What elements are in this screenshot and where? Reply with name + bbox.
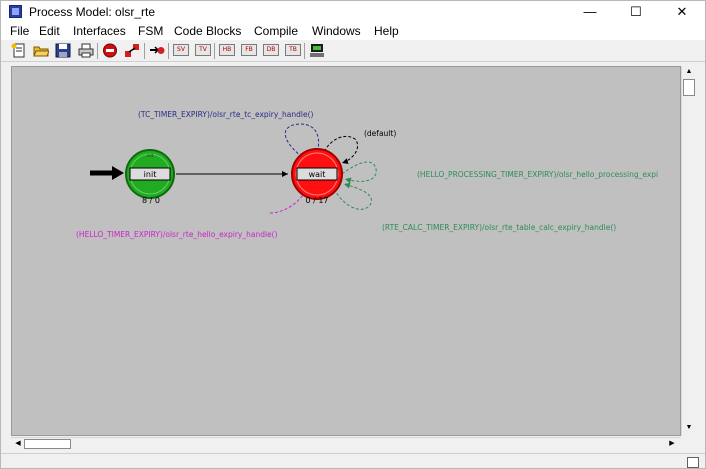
- menu-code-blocks[interactable]: Code Blocks: [174, 24, 241, 38]
- scroll-right-arrow-icon[interactable]: ▶: [667, 439, 677, 449]
- transition-icon[interactable]: [124, 43, 140, 58]
- transition-rte-calc-loop[interactable]: [333, 182, 372, 210]
- initial-state-arrow: [90, 166, 124, 180]
- menu-fsm[interactable]: FSM: [138, 24, 163, 38]
- menu-bar: File Edit Interfaces FSM Code Blocks Com…: [1, 23, 705, 40]
- horizontal-scroll-thumb[interactable]: [24, 439, 71, 449]
- open-folder-icon[interactable]: [33, 43, 50, 58]
- state-wait-counts: 0 / 17: [305, 196, 328, 205]
- state-init-sub: init: [147, 153, 154, 158]
- status-bar: [1, 453, 705, 468]
- compile-icon[interactable]: [309, 43, 325, 58]
- close-button[interactable]: ✕: [659, 1, 705, 23]
- menu-interfaces[interactable]: Interfaces: [73, 24, 126, 38]
- state-init-label: init: [144, 170, 157, 179]
- hb-button[interactable]: HB: [219, 44, 235, 56]
- cut-state-icon[interactable]: [149, 43, 165, 58]
- new-document-icon[interactable]: [11, 43, 27, 58]
- scroll-left-arrow-icon[interactable]: ◀: [13, 439, 23, 449]
- label-rte-calc[interactable]: (RTE_CALC_TIMER_EXPIRY)/olsr_rte_table_c…: [382, 223, 616, 232]
- menu-help[interactable]: Help: [374, 24, 399, 38]
- toolbar: SV TV HB FB DB TB: [1, 40, 705, 62]
- state-wait-label: wait: [309, 170, 326, 179]
- menu-windows[interactable]: Windows: [312, 24, 361, 38]
- title-bar: Process Model: olsr_rte — ☐ ✕: [1, 1, 705, 23]
- maximize-button[interactable]: ☐: [613, 1, 659, 23]
- vertical-scrollbar[interactable]: ▲ ▼: [681, 66, 695, 436]
- toolbar-separator: [214, 43, 215, 59]
- tv-button[interactable]: TV: [195, 44, 211, 56]
- horizontal-scrollbar[interactable]: ◀ ▶: [11, 437, 681, 450]
- label-default[interactable]: (default): [364, 129, 396, 138]
- label-hello-timer[interactable]: (HELLO_TIMER_EXPIRY)/olsr_rte_hello_expi…: [76, 230, 278, 239]
- toolbar-separator: [144, 43, 145, 59]
- menu-edit[interactable]: Edit: [39, 24, 60, 38]
- menu-file[interactable]: File: [10, 24, 29, 38]
- resize-grip-icon[interactable]: [687, 457, 699, 468]
- process-model-app-icon: [9, 5, 22, 18]
- db-button[interactable]: DB: [263, 44, 279, 56]
- fb-button[interactable]: FB: [241, 44, 257, 56]
- scroll-down-arrow-icon[interactable]: ▼: [684, 423, 694, 433]
- label-hello-processing[interactable]: (HELLO_PROCESSING_TIMER_EXPIRY)/olsr_hel…: [417, 170, 658, 179]
- fsm-diagram: init init 8 / 0 wait 0 / 17 (TC_TIMER_EX…: [76, 110, 658, 239]
- label-tc-timer[interactable]: (TC_TIMER_EXPIRY)/olsr_rte_tc_expiry_han…: [138, 110, 314, 119]
- save-icon[interactable]: [55, 43, 71, 58]
- stop-icon[interactable]: [102, 43, 118, 58]
- window-title: Process Model: olsr_rte: [29, 5, 156, 19]
- transition-hello-processing-loop[interactable]: [341, 161, 377, 184]
- fsm-canvas[interactable]: init init 8 / 0 wait 0 / 17 (TC_TIMER_EX…: [11, 66, 681, 436]
- process-model-window: Process Model: olsr_rte — ☐ ✕ File Edit …: [0, 0, 706, 469]
- state-wait[interactable]: wait: [291, 148, 343, 200]
- scroll-up-arrow-icon[interactable]: ▲: [684, 67, 694, 77]
- menu-compile[interactable]: Compile: [254, 24, 298, 38]
- minimize-button[interactable]: —: [567, 1, 613, 23]
- state-init[interactable]: init init: [125, 149, 175, 199]
- tb-button[interactable]: TB: [285, 44, 301, 56]
- toolbar-separator: [97, 43, 98, 59]
- vertical-scroll-thumb[interactable]: [683, 79, 695, 96]
- toolbar-separator: [168, 43, 169, 59]
- state-init-counts: 8 / 0: [142, 196, 160, 205]
- sv-button[interactable]: SV: [173, 44, 189, 56]
- toolbar-separator: [304, 43, 305, 59]
- print-icon[interactable]: [78, 43, 94, 58]
